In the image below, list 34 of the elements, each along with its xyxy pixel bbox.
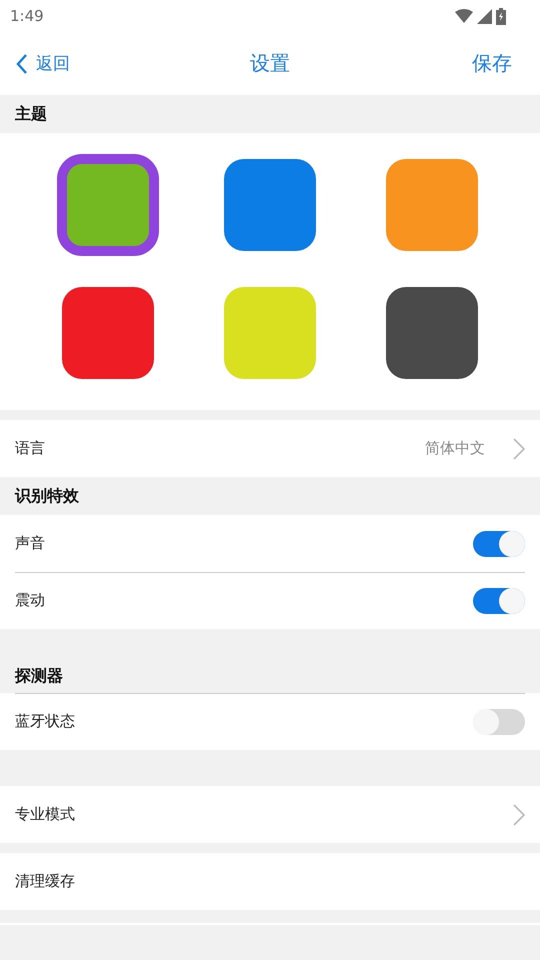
section-header: 主题 <box>15 104 47 124</box>
wifi-icon <box>455 9 473 23</box>
row-label: 声音 <box>15 534 45 553</box>
section-header: 探测器 <box>15 666 63 687</box>
row-value: 简体中文 <box>425 439 485 458</box>
signal-icon <box>477 8 492 24</box>
settings-row[interactable]: 专业模式 <box>0 786 540 843</box>
toggle-switch[interactable] <box>473 708 525 734</box>
settings-row[interactable]: 震动 <box>0 572 540 629</box>
page-title: 设置 <box>250 50 290 77</box>
row-label: 专业模式 <box>15 805 75 824</box>
theme-swatch[interactable] <box>62 287 154 379</box>
theme-swatch[interactable] <box>224 287 316 379</box>
row-label: 清理缓存 <box>15 872 75 891</box>
theme-swatch[interactable] <box>224 159 316 251</box>
chevron-left-icon <box>16 54 28 74</box>
toggle-switch[interactable] <box>473 588 525 614</box>
row-label: 震动 <box>15 591 45 610</box>
row-label: 语言 <box>15 439 45 458</box>
toggle-switch[interactable] <box>473 530 525 556</box>
battery-charging-icon <box>496 8 506 24</box>
clear-cache-row[interactable]: 清理缓存 <box>0 853 540 910</box>
settings-row[interactable]: 蓝牙状态 <box>0 693 540 750</box>
chevron-right-icon <box>513 438 525 460</box>
back-button[interactable]: 返回 <box>16 52 70 75</box>
row-label: 蓝牙状态 <box>15 712 75 731</box>
save-button[interactable]: 保存 <box>472 50 512 77</box>
settings-row[interactable]: 声音 <box>0 515 540 572</box>
theme-swatch[interactable] <box>386 287 478 379</box>
section-header: 识别特效 <box>15 486 79 506</box>
settings-row[interactable]: 语言 简体中文 <box>0 420 540 477</box>
status-time: 1:49 <box>10 7 44 25</box>
theme-swatch[interactable] <box>386 159 478 251</box>
chevron-right-icon <box>513 804 525 826</box>
